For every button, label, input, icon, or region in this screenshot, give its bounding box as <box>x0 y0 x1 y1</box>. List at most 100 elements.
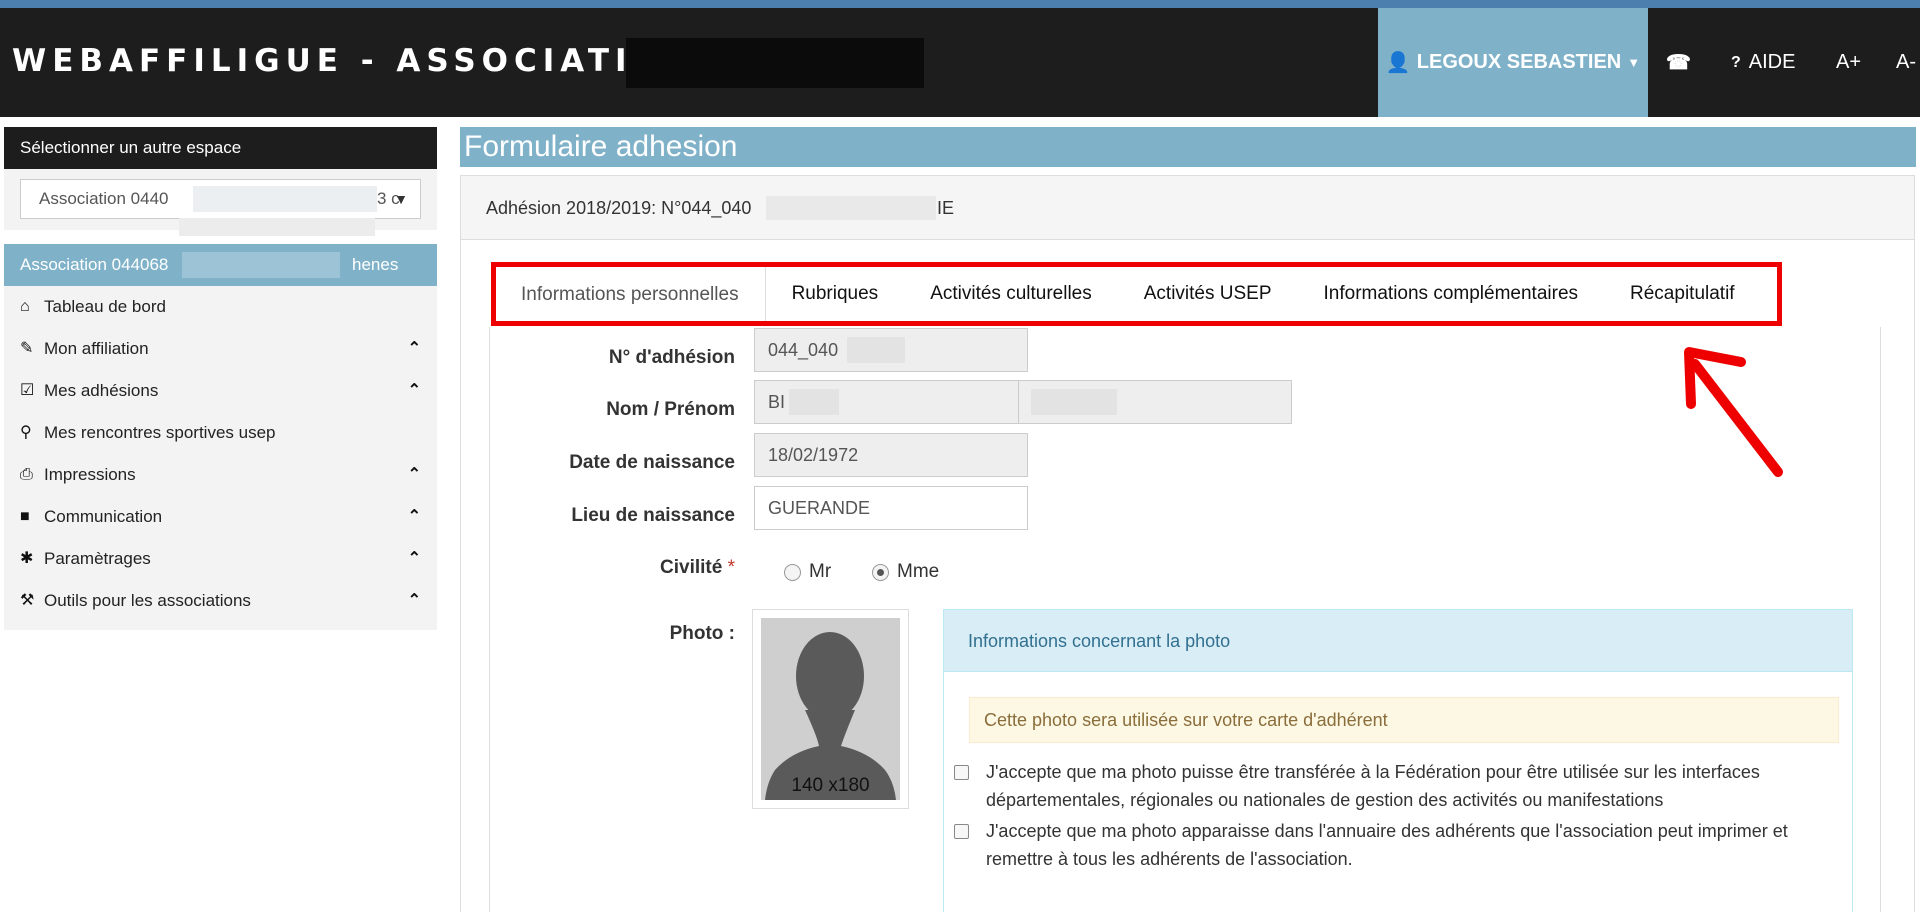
photo-upload[interactable]: 140 x180 <box>752 609 909 809</box>
civility-mr-radio[interactable]: Mr <box>784 561 831 583</box>
panel-heading-label: Adhésion 2018/2019: N°044_040 <box>486 198 752 218</box>
sidebar-item-parametrages[interactable]: ✱ Paramètrages ⌃ <box>4 538 437 580</box>
question-icon: ? <box>1731 53 1741 71</box>
birthdate-field: 18/02/1972 <box>754 433 1028 477</box>
redacted-blur <box>766 196 936 220</box>
checkbox[interactable] <box>954 824 969 839</box>
adhesion-number-label: N° d'adhésion <box>608 347 735 368</box>
font-decrease-button[interactable]: A- <box>1896 8 1916 117</box>
photo-info-heading: Informations concernant la photo <box>944 610 1852 672</box>
consent-annuaire[interactable]: J'accepte que ma photo apparaisse dans l… <box>954 817 1834 873</box>
sidebar-item-label: Mes rencontres sportives usep <box>44 423 276 442</box>
chevron-up-icon: ⌃ <box>407 550 421 567</box>
chevron-up-icon: ⌃ <box>407 508 421 525</box>
current-association-label: Association 044068 <box>20 255 169 274</box>
app-brand: WEBAFFILIGUE - ASSOCIATION <box>12 43 697 79</box>
sidebar: Sélectionner un autre espace Association… <box>4 127 437 630</box>
sidebar-item-impressions[interactable]: ⎙ Impressions ⌃ <box>4 454 437 496</box>
sidebar-item-label: Communication <box>44 507 163 526</box>
phone-button[interactable]: ☎ <box>1666 8 1691 117</box>
sidebar-item-communication[interactable]: ■ Communication ⌃ <box>4 496 437 538</box>
phone-icon: ☎ <box>1666 52 1691 74</box>
annotation-arrow-icon <box>1684 347 1783 477</box>
first-name-field <box>1018 380 1292 424</box>
last-name-value: BI <box>768 392 786 412</box>
sidebar-item-dashboard[interactable]: ⌂ Tableau de bord <box>4 286 437 328</box>
redacted-blur <box>179 218 375 236</box>
help-button[interactable]: ? AIDE <box>1731 8 1795 117</box>
adhesion-number-field: 044_040 <box>754 328 1028 372</box>
sidebar-item-adhesions[interactable]: ☑ Mes adhésions ⌃ <box>4 370 437 412</box>
space-switch-title: Sélectionner un autre espace <box>4 127 437 169</box>
font-increase-button[interactable]: A+ <box>1836 8 1861 117</box>
birthplace-label: Lieu de naissance <box>571 505 735 526</box>
photo-info-panel: Informations concernant la photo Cette p… <box>943 609 1853 912</box>
space-select-value: Association 0440 <box>39 189 169 208</box>
civility-label: Civilité * <box>490 557 735 579</box>
birthplace-input[interactable]: GUERANDE <box>754 486 1028 530</box>
sidebar-item-affiliation[interactable]: ✎ Mon affiliation ⌃ <box>4 328 437 370</box>
home-icon: ⌂ <box>20 298 30 315</box>
printer-icon: ⎙ <box>20 466 33 483</box>
adhesion-panel: Adhésion 2018/2019: N°044_040 IE Informa… <box>460 175 1915 912</box>
sidebar-item-outils[interactable]: ⚒ Outils pour les associations ⌃ <box>4 580 437 622</box>
caret-down-icon: ▼ <box>394 191 408 207</box>
sidebar-item-label: Mes adhésions <box>44 381 159 400</box>
edit-icon: ☑ <box>20 382 35 399</box>
chevron-up-icon: ⌃ <box>407 592 421 609</box>
user-icon: 👤 <box>1385 52 1411 74</box>
cog-icon: ✱ <box>20 550 34 567</box>
required-marker: * <box>727 557 735 578</box>
civility-label-text: Civilité <box>660 557 723 578</box>
silhouette-icon <box>765 632 896 800</box>
redacted-blur <box>193 186 377 212</box>
redacted-block <box>626 38 924 88</box>
redacted-blur <box>847 337 905 363</box>
wrench-icon: ⚒ <box>20 592 35 609</box>
checkbox[interactable] <box>954 765 969 780</box>
tabs-highlight-box <box>491 262 1782 326</box>
consent-federation-text: J'accepte que ma photo puisse être trans… <box>986 762 1760 810</box>
space-select-wrap: Association 0440 3 c ▼ <box>4 169 437 236</box>
radio-label: Mme <box>897 561 940 582</box>
sidebar-item-label: Tableau de bord <box>44 297 166 316</box>
photo-notice: Cette photo sera utilisée sur votre cart… <box>969 697 1839 743</box>
photo-label: Photo : <box>669 623 735 644</box>
space-select[interactable]: Association 0440 3 c ▼ <box>20 179 421 236</box>
panel-heading-tail: IE <box>937 198 955 218</box>
panel-heading: Adhésion 2018/2019: N°044_040 IE <box>461 176 1914 240</box>
main-content: Formulaire adhesion Adhésion 2018/2019: … <box>460 127 1920 912</box>
sidebar-item-rencontres[interactable]: ⚲ Mes rencontres sportives usep <box>4 412 437 454</box>
consent-federation[interactable]: J'accepte que ma photo puisse être trans… <box>954 758 1834 814</box>
redacted-blur <box>1031 389 1117 415</box>
redacted-blur <box>789 389 839 415</box>
current-association-tail: henes <box>352 255 399 274</box>
name-label: Nom / Prénom <box>606 399 735 420</box>
photo-placeholder: 140 x180 <box>761 618 900 800</box>
comment-icon: ■ <box>20 508 30 525</box>
civility-mme-radio[interactable]: Mme <box>872 561 939 583</box>
sidebar-item-label: Impressions <box>44 465 136 484</box>
help-label: AIDE <box>1748 51 1796 73</box>
pencil-icon: ✎ <box>20 340 34 357</box>
adhesion-number-value: 044_040 <box>768 340 839 360</box>
radio-label: Mr <box>809 561 832 582</box>
last-name-field: BI <box>754 380 1028 424</box>
redacted-blur <box>182 252 340 278</box>
sidebar-menu: ⌂ Tableau de bord ✎ Mon affiliation ⌃ ☑ … <box>4 286 437 630</box>
user-menu-button[interactable]: 👤 LEGOUX SEBASTIEN ▼ <box>1378 8 1648 117</box>
top-bar: WEBAFFILIGUE - ASSOCIATION 👤 LEGOUX SEBA… <box>0 0 1920 117</box>
chevron-up-icon: ⌃ <box>407 340 421 357</box>
user-name: LEGOUX SEBASTIEN <box>1416 51 1622 73</box>
chevron-up-icon: ⌃ <box>407 382 421 399</box>
chevron-up-icon: ⌃ <box>407 466 421 483</box>
radio-circle-checked <box>872 563 889 581</box>
sidebar-item-label: Paramètrages <box>44 549 151 568</box>
sidebar-item-label: Outils pour les associations <box>44 591 251 610</box>
page-title: Formulaire adhesion <box>460 127 1920 167</box>
sidebar-item-label: Mon affiliation <box>44 339 149 358</box>
consent-annuaire-text: J'accepte que ma photo apparaisse dans l… <box>986 821 1788 869</box>
caret-down-icon: ▼ <box>1627 55 1641 70</box>
current-association[interactable]: Association 044068 henes <box>4 244 437 286</box>
window-edge <box>1916 117 1920 912</box>
